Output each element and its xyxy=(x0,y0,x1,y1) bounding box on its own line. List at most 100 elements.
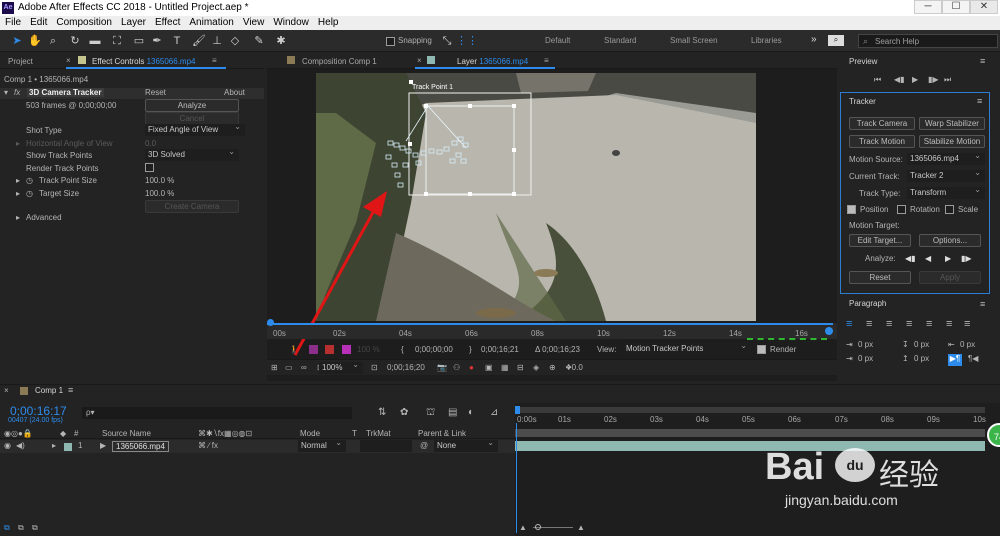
panel-menu-icon[interactable]: ≡ xyxy=(980,56,985,66)
align-right-icon[interactable]: ≡ xyxy=(886,318,892,330)
view-layout-icon[interactable]: ⊟ xyxy=(517,363,524,372)
ltr-direction-icon[interactable]: ▶¶ xyxy=(948,354,962,366)
graph-editor-icon[interactable]: ⊿ xyxy=(490,407,498,418)
workspace-default[interactable]: Default xyxy=(545,36,570,45)
about-link[interactable]: About xyxy=(224,88,245,97)
source-name-header[interactable]: Source Name xyxy=(102,429,151,438)
track-camera-button[interactable]: Track Camera xyxy=(849,117,915,130)
expand-layer-icon[interactable]: ▸ xyxy=(52,441,56,450)
previous-frame-icon[interactable]: ◀▮ xyxy=(894,75,905,84)
scale-checkbox[interactable] xyxy=(945,205,954,214)
region-interest-icon[interactable]: ▣ xyxy=(485,363,493,372)
effect-name[interactable]: 3D Camera Tracker xyxy=(27,88,104,97)
3d-view-icon[interactable]: ◈ xyxy=(533,363,539,372)
parent-dropdown[interactable]: None xyxy=(434,437,498,452)
trkmat-header[interactable]: TrkMat xyxy=(366,429,391,438)
analyze-backward-icon[interactable]: ◀ xyxy=(925,254,931,263)
show-track-points-dropdown[interactable]: 3D Solved xyxy=(145,146,239,161)
hand-tool-icon[interactable]: ✋ xyxy=(28,34,42,48)
visibility-icon[interactable]: ◉ xyxy=(4,441,11,450)
pan-behind-tool-icon[interactable]: ⛶ xyxy=(110,34,124,48)
viewer-time-ruler[interactable]: 00s 02s 04s 06s 08s 10s 12s 14s 16s xyxy=(267,319,837,340)
expand-modes-icon[interactable]: ⧉ xyxy=(18,523,24,533)
rectangle-tool-icon[interactable]: ▭ xyxy=(132,34,146,48)
space-before-value[interactable]: 0 px xyxy=(914,340,929,349)
navigator-bar[interactable] xyxy=(515,407,985,413)
justify-all-icon[interactable]: ≡ xyxy=(964,318,970,330)
exposure-value[interactable]: +0.0 xyxy=(567,363,583,372)
menu-layer[interactable]: Layer xyxy=(116,16,150,28)
navigator-start-handle[interactable] xyxy=(515,406,520,414)
analyze-forward-one-icon[interactable]: ▮▶ xyxy=(961,254,972,263)
zoom-dropdown[interactable]: 100% xyxy=(319,359,363,374)
search-help-input[interactable]: ⌕ Search Help xyxy=(858,34,998,48)
close-tab-icon[interactable]: × xyxy=(417,56,422,65)
advanced-label[interactable]: Advanced xyxy=(26,213,62,222)
analyze-forward-icon[interactable]: ▶ xyxy=(945,254,951,263)
current-time-indicator[interactable] xyxy=(516,423,517,533)
orbit-tool-icon[interactable]: ↻ xyxy=(68,34,82,48)
menu-window[interactable]: Window xyxy=(268,16,313,28)
timeline-search-input[interactable]: ρ▾ xyxy=(82,407,352,419)
align-center-icon[interactable]: ≡ xyxy=(866,318,872,330)
current-track-dropdown[interactable]: Tracker 2 xyxy=(907,167,985,182)
magnifier-icon[interactable]: ⊞ xyxy=(271,363,278,372)
menu-effect[interactable]: Effect xyxy=(150,16,184,28)
tab-composition[interactable]: Composition Comp 1 xyxy=(302,57,377,66)
brush-tool-icon[interactable]: 🖌 xyxy=(192,34,206,48)
layer-row[interactable]: ◉ ◀) ▸ 1 ▶ 1365066.mp4 ⌘ ∕ fx Normal @ N… xyxy=(0,437,515,453)
fx-icon[interactable]: fx xyxy=(14,88,20,97)
hfov-triangle-icon[interactable]: ▸ xyxy=(16,139,20,148)
close-button[interactable]: ✕ xyxy=(970,0,998,14)
workspace-standard[interactable]: Standard xyxy=(604,36,636,45)
reset-link[interactable]: Reset xyxy=(145,88,166,97)
selection-tool-icon[interactable]: ➤ xyxy=(10,34,24,48)
camera-tool-icon[interactable]: ▬ xyxy=(88,34,102,48)
panel-menu-icon[interactable]: ≡ xyxy=(980,299,985,309)
workspace-libraries[interactable]: Libraries xyxy=(751,36,782,45)
parent-header[interactable]: Parent & Link xyxy=(418,429,466,438)
workspace-small-screen[interactable]: Small Screen xyxy=(670,36,718,45)
menu-file[interactable]: File xyxy=(0,16,25,28)
tab-effect-controls[interactable]: Effect Controls 1365066.mp4 xyxy=(92,57,196,66)
close-tab-icon[interactable]: × xyxy=(4,386,9,395)
justify-center-icon[interactable]: ≡ xyxy=(926,318,932,330)
show-snapshot-icon[interactable]: ⚇ xyxy=(453,363,460,372)
trkmat-dropdown[interactable] xyxy=(360,440,412,452)
view-dropdown[interactable]: Motion Tracker Points xyxy=(623,340,751,355)
render-checkbox[interactable] xyxy=(757,345,766,354)
layer-label-color[interactable] xyxy=(64,443,72,451)
close-tab-icon[interactable]: × xyxy=(66,56,71,65)
vr-icon[interactable]: ∞ xyxy=(301,363,307,372)
menu-composition[interactable]: Composition xyxy=(51,16,116,28)
track-color-magenta-icon[interactable] xyxy=(342,345,351,354)
zoom-in-icon[interactable]: ▲ xyxy=(577,523,585,532)
puppet-icon[interactable]: 🚶 xyxy=(289,345,299,354)
justify-left-icon[interactable]: ≡ xyxy=(906,318,912,330)
menu-help[interactable]: Help xyxy=(313,16,343,28)
audio-icon[interactable]: ◀) xyxy=(16,441,25,450)
frame-blending-icon[interactable]: ▤ xyxy=(448,407,457,418)
shy-layers-icon[interactable]: ⛫ xyxy=(426,407,435,420)
transparency-grid-icon[interactable]: ▦ xyxy=(501,363,509,372)
timeline-zoom-handle[interactable] xyxy=(535,524,541,530)
panel-menu-icon[interactable]: ≡ xyxy=(68,385,73,395)
create-camera-button[interactable]: Create Camera xyxy=(145,200,239,213)
clone-stamp-tool-icon[interactable]: ⊥ xyxy=(210,34,224,48)
rtl-direction-icon[interactable]: ¶◀ xyxy=(968,354,978,363)
snapshot-camera-icon[interactable]: 📷 xyxy=(437,363,447,372)
motion-blur-icon[interactable]: ◐ xyxy=(468,407,474,418)
apply-button[interactable]: Apply xyxy=(919,271,981,284)
zoom-tool-icon[interactable]: ⌕ xyxy=(46,34,60,48)
first-frame-icon[interactable]: ⏮ xyxy=(874,75,881,85)
tracker-reset-button[interactable]: Reset xyxy=(849,271,911,284)
menu-edit[interactable]: Edit xyxy=(25,16,51,28)
edit-target-button[interactable]: Edit Target... xyxy=(849,234,911,247)
indent-right-value[interactable]: 0 px xyxy=(960,340,975,349)
mode-header[interactable]: Mode xyxy=(300,429,320,438)
target-size-triangle-icon[interactable]: ▸ xyxy=(16,189,20,198)
track-motion-button[interactable]: Track Motion xyxy=(849,135,915,148)
advanced-triangle-icon[interactable]: ▸ xyxy=(16,213,20,222)
menu-view[interactable]: View xyxy=(238,16,269,28)
rotation-checkbox[interactable] xyxy=(897,205,906,214)
